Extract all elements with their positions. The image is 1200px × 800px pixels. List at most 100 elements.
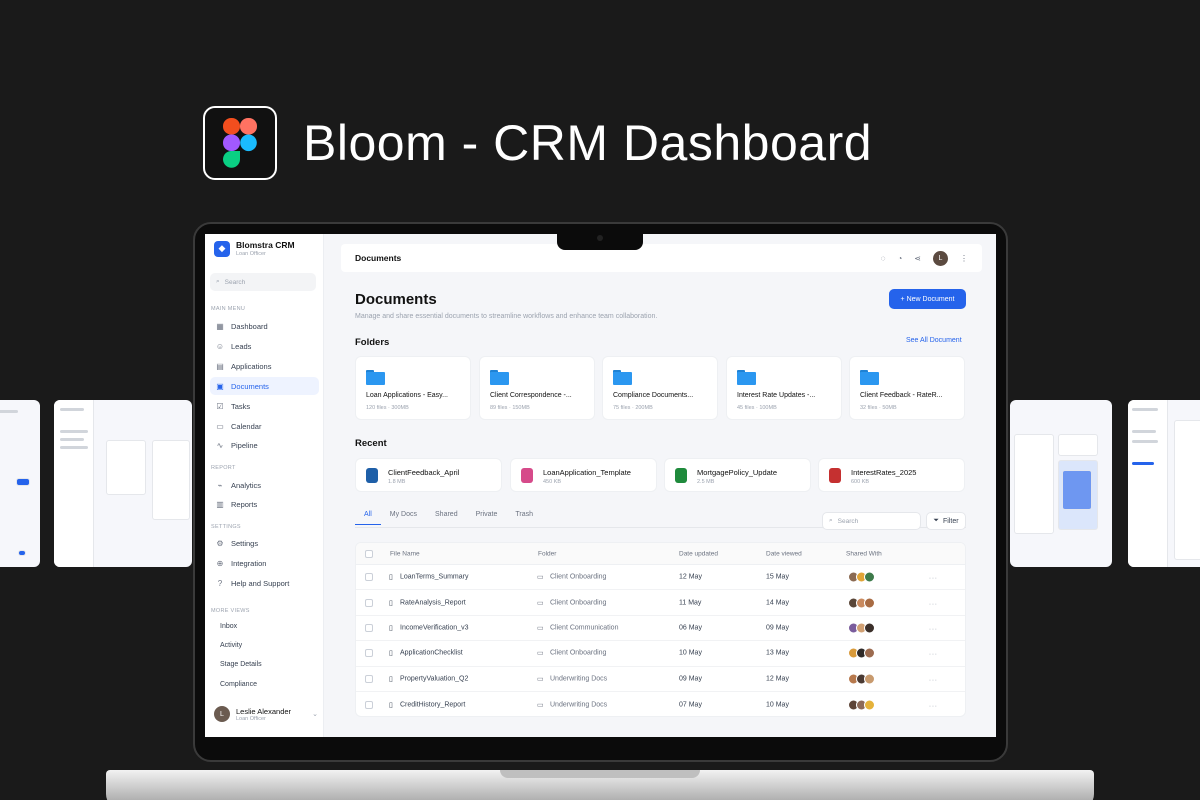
recent-file-card[interactable]: InterestRates_2025 600 KB xyxy=(818,458,965,492)
shared-avatars xyxy=(848,597,875,609)
tab-private[interactable]: Private xyxy=(467,511,507,525)
row-checkbox[interactable] xyxy=(365,623,373,632)
more-vertical-icon[interactable]: ⋮ xyxy=(960,254,968,263)
brand[interactable]: ◆ Blomstra CRM Loan Officer xyxy=(214,240,295,257)
column-header-date-updated[interactable]: Date updated xyxy=(679,550,718,557)
file-icon: ▯ xyxy=(389,599,393,607)
row-checkbox[interactable] xyxy=(365,598,373,607)
sidebar-item-label: Applications xyxy=(231,361,272,371)
filter-button[interactable]: ⏷ Filter xyxy=(926,512,966,530)
sidebar-item-stage-details[interactable]: Stage Details xyxy=(220,661,262,668)
more-icon[interactable]: ... xyxy=(929,599,938,606)
see-all-link[interactable]: See All Document xyxy=(906,337,962,344)
sidebar-item-help[interactable]: ? Help and Support xyxy=(210,574,319,592)
recent-file-card[interactable]: MortgagePolicy_Update 2.5 MB xyxy=(664,458,811,492)
folder-card[interactable]: Client Correspondence -... 89 files · 15… xyxy=(479,356,595,420)
sidebar-item-label: Reports xyxy=(231,499,258,509)
tab-trash[interactable]: Trash xyxy=(506,511,542,525)
sidebar-item-dashboard[interactable]: ▦ Dashboard xyxy=(210,317,319,335)
chevron-down-icon: ⌄ xyxy=(312,711,318,718)
user-profile[interactable]: L Leslie Alexander Loan Officer ⌄ xyxy=(214,706,318,722)
section-title-main-menu: MAIN MENU xyxy=(211,306,246,312)
row-checkbox[interactable] xyxy=(365,573,373,582)
table-row[interactable]: ▯ LoanTerms_Summary ▭ Client Onboarding … xyxy=(356,565,965,591)
sidebar-item-activity[interactable]: Activity xyxy=(220,642,242,649)
pdf-file-icon xyxy=(829,468,841,483)
sidebar-item-compliance[interactable]: Compliance xyxy=(220,681,257,688)
sidebar-search-input[interactable]: ⌕ Search xyxy=(210,273,316,291)
search-input[interactable]: ⌕ Search xyxy=(822,512,921,530)
folder-name: Loan Applications - Easy... xyxy=(366,392,448,399)
sidebar-item-calendar[interactable]: ▭ Calendar xyxy=(210,417,319,435)
file-icon: ▯ xyxy=(389,624,393,632)
sidebar-item-label: Dashboard xyxy=(231,321,268,331)
filter-icon: ⏷ xyxy=(933,517,940,524)
new-document-button[interactable]: + New Document xyxy=(889,289,966,309)
laptop-notch xyxy=(557,226,643,250)
row-checkbox[interactable] xyxy=(365,674,373,683)
column-header-shared-with[interactable]: Shared With xyxy=(846,550,882,557)
file-icon: ▯ xyxy=(389,574,393,582)
avatar[interactable]: L xyxy=(933,250,948,266)
more-icon[interactable]: ... xyxy=(929,650,938,657)
camera-icon xyxy=(597,235,603,241)
shared-avatars xyxy=(848,622,875,634)
file-name: IncomeVerification_v3 xyxy=(400,624,469,632)
share-icon[interactable]: ⋖ xyxy=(914,254,921,263)
sidebar-item-tasks[interactable]: ☑ Tasks xyxy=(210,397,319,415)
row-checkbox[interactable] xyxy=(365,700,373,709)
file-name: CreditHistory_Report xyxy=(400,701,466,709)
folders-heading: Folders xyxy=(355,337,390,348)
folder-icon: ▭ xyxy=(537,650,544,658)
preview-screenshot xyxy=(54,400,192,567)
sidebar-item-applications[interactable]: ▤ Applications xyxy=(210,357,319,375)
tab-my-docs[interactable]: My Docs xyxy=(381,511,426,525)
hero-title: Bloom - CRM Dashboard xyxy=(303,115,873,171)
tab-shared[interactable]: Shared xyxy=(426,511,467,525)
chat-icon[interactable]: ◌ xyxy=(881,254,886,263)
column-header-file-name[interactable]: File Name xyxy=(390,550,420,557)
more-icon[interactable]: ... xyxy=(929,701,938,708)
app-screen: ◆ Blomstra CRM Loan Officer ⌕ Search MAI… xyxy=(205,234,996,737)
column-header-date-viewed[interactable]: Date viewed xyxy=(766,550,802,557)
file-name: ApplicationChecklist xyxy=(400,649,463,657)
folder-card[interactable]: Client Feedback - RateR... 32 files · 50… xyxy=(849,356,965,420)
topbar-title: Documents xyxy=(355,253,402,263)
sidebar-item-reports[interactable]: ▥ Reports xyxy=(210,495,319,513)
sidebar-item-analytics[interactable]: ⌁ Analytics xyxy=(210,476,319,494)
sidebar-item-leads[interactable]: ☺ Leads xyxy=(210,337,319,355)
sidebar-item-inbox[interactable]: Inbox xyxy=(220,623,237,630)
analytics-icon: ⌁ xyxy=(217,480,223,490)
bell-icon[interactable]: ◔ xyxy=(897,254,902,263)
row-checkbox[interactable] xyxy=(365,649,373,658)
sidebar-item-label: Tasks xyxy=(231,401,251,411)
select-all-checkbox[interactable] xyxy=(365,549,373,558)
table-row[interactable]: ▯ PropertyValuation_Q2 ▭ Underwriting Do… xyxy=(356,667,965,692)
more-icon[interactable]: ... xyxy=(929,574,938,581)
table-row[interactable]: ▯ CreditHistory_Report ▭ Underwriting Do… xyxy=(356,692,965,716)
search-icon: ⌕ xyxy=(829,517,833,524)
recent-file-card[interactable]: ClientFeedback_April 1.8 MB xyxy=(355,458,502,492)
folder-card[interactable]: Interest Rate Updates -... 45 files · 10… xyxy=(726,356,842,420)
sidebar-item-settings[interactable]: ⚙ Settings xyxy=(210,534,319,552)
more-icon[interactable]: ... xyxy=(929,675,938,682)
sidebar-item-pipeline[interactable]: ∿ Pipeline xyxy=(210,436,319,454)
table-row[interactable]: ▯ IncomeVerification_v3 ▭ Client Communi… xyxy=(356,616,965,642)
sidebar-item-documents[interactable]: ▣ Documents xyxy=(210,377,319,395)
tab-all[interactable]: All xyxy=(355,511,381,525)
recent-file-name: InterestRates_2025 xyxy=(851,468,917,477)
table-row[interactable]: ▯ ApplicationChecklist ▭ Client Onboardi… xyxy=(356,641,965,667)
file-name: RateAnalysis_Report xyxy=(400,599,466,607)
folder-card[interactable]: Compliance Documents... 75 files · 200MB xyxy=(602,356,718,420)
more-icon[interactable]: ... xyxy=(929,624,938,631)
sidebar-item-integration[interactable]: ⊕ Integration xyxy=(210,554,319,572)
table-row[interactable]: ▯ RateAnalysis_Report ▭ Client Onboardin… xyxy=(356,590,965,616)
integration-icon: ⊕ xyxy=(216,558,224,568)
recent-file-card[interactable]: LoanApplication_Template 450 KB xyxy=(510,458,657,492)
date-updated: 06 May xyxy=(679,624,702,632)
folder-name: Client Correspondence -... xyxy=(490,392,572,399)
date-updated: 07 May xyxy=(679,701,702,709)
column-header-folder[interactable]: Folder xyxy=(538,550,556,557)
folder-card[interactable]: Loan Applications - Easy... 120 files · … xyxy=(355,356,471,420)
sidebar-item-label: Pipeline xyxy=(231,440,258,450)
